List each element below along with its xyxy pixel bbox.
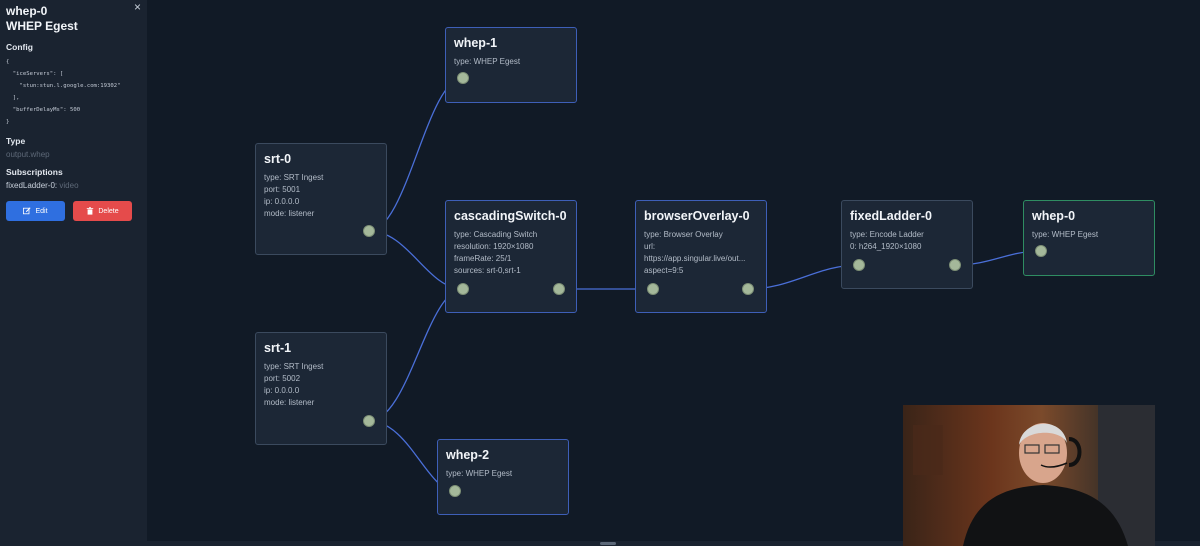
node-type: type: Encode Ladder — [850, 230, 924, 239]
input-port-fixed-ladder-0[interactable] — [853, 259, 865, 271]
node-port: port: 5002 — [264, 374, 301, 383]
node-url-label: url: — [644, 242, 656, 251]
type-label: Type — [6, 136, 26, 146]
node-rendition: 0: h264_1920×1080 — [850, 242, 922, 251]
node-title: srt-1 — [264, 341, 292, 355]
panel-node-name: whep-0 — [6, 4, 48, 18]
node-cascading-switch-0[interactable]: cascadingSwitch-0 type: Cascading Switch… — [445, 200, 577, 313]
node-title: whep-0 — [1032, 209, 1076, 223]
output-port-fixed-ladder-0[interactable] — [949, 259, 961, 271]
output-port-srt-1[interactable] — [363, 415, 375, 427]
node-type: type: WHEP Egest — [1032, 230, 1099, 239]
trash-icon — [87, 207, 94, 215]
node-srt-0[interactable]: srt-0 type: SRT Ingest port: 5001 ip: 0.… — [255, 143, 387, 255]
delete-label: Delete — [98, 207, 119, 215]
subscription-kind: video — [59, 181, 79, 190]
config-label: Config — [6, 42, 33, 52]
close-icon[interactable]: × — [134, 0, 141, 14]
input-port-whep-2[interactable] — [449, 485, 461, 497]
edit-icon — [23, 207, 32, 215]
resize-handle[interactable] — [600, 542, 616, 545]
webcam-overlay — [903, 405, 1155, 546]
input-port-whep-0[interactable] — [1035, 245, 1047, 257]
config-code: { "iceServers": [ "stun:stun.l.google.co… — [6, 59, 121, 125]
node-aspect: aspect=9:5 — [644, 266, 684, 275]
subscription-item: fixedLadder-0: video — [6, 181, 141, 190]
presenter-video — [903, 405, 1155, 546]
action-buttons: Edit Delete — [6, 201, 141, 221]
node-type: type: SRT Ingest — [264, 173, 324, 182]
panel-node-type: WHEP Egest — [6, 19, 78, 33]
node-sources: sources: srt-0,srt-1 — [454, 266, 521, 275]
properties-panel: × whep-0 WHEP Egest Config { "iceServers… — [0, 0, 147, 546]
type-value: output.whep — [6, 150, 50, 159]
input-port-cascading-switch-0[interactable] — [457, 283, 469, 295]
node-url: https://app.singular.live/out... — [644, 254, 746, 263]
node-title: cascadingSwitch-0 — [454, 209, 567, 223]
edit-label: Edit — [35, 207, 48, 215]
node-framerate: frameRate: 25/1 — [454, 254, 512, 263]
edit-button[interactable]: Edit — [6, 201, 65, 221]
output-port-browser-overlay-0[interactable] — [742, 283, 754, 295]
node-browser-overlay-0[interactable]: browserOverlay-0 type: Browser Overlay u… — [635, 200, 767, 313]
input-port-browser-overlay-0[interactable] — [647, 283, 659, 295]
node-whep-2[interactable]: whep-2 type: WHEP Egest — [437, 439, 569, 515]
node-resolution: resolution: 1920×1080 — [454, 242, 534, 251]
subscriptions-label: Subscriptions — [6, 167, 63, 177]
node-ip: ip: 0.0.0.0 — [264, 386, 300, 395]
node-title: whep-1 — [454, 36, 498, 50]
output-port-cascading-switch-0[interactable] — [553, 283, 565, 295]
node-title: whep-2 — [446, 448, 490, 462]
node-type: type: Browser Overlay — [644, 230, 723, 239]
delete-button[interactable]: Delete — [73, 201, 132, 221]
subscription-source: fixedLadder-0: — [6, 181, 58, 190]
node-mode: mode: listener — [264, 209, 315, 218]
node-whep-0[interactable]: whep-0 type: WHEP Egest — [1023, 200, 1155, 276]
node-fixed-ladder-0[interactable]: fixedLadder-0 type: Encode Ladder 0: h26… — [841, 200, 973, 289]
node-title: fixedLadder-0 — [850, 209, 932, 223]
node-srt-1[interactable]: srt-1 type: SRT Ingest port: 5002 ip: 0.… — [255, 332, 387, 445]
node-whep-1[interactable]: whep-1 type: WHEP Egest — [445, 27, 577, 103]
node-mode: mode: listener — [264, 398, 315, 407]
node-title: srt-0 — [264, 152, 292, 166]
input-port-whep-1[interactable] — [457, 72, 469, 84]
node-ip: ip: 0.0.0.0 — [264, 197, 300, 206]
node-port: port: 5001 — [264, 185, 301, 194]
node-type: type: SRT Ingest — [264, 362, 324, 371]
output-port-srt-0[interactable] — [363, 225, 375, 237]
node-type: type: WHEP Egest — [454, 57, 521, 66]
node-type: type: WHEP Egest — [446, 469, 513, 478]
node-type: type: Cascading Switch — [454, 230, 538, 239]
node-title: browserOverlay-0 — [644, 209, 750, 223]
